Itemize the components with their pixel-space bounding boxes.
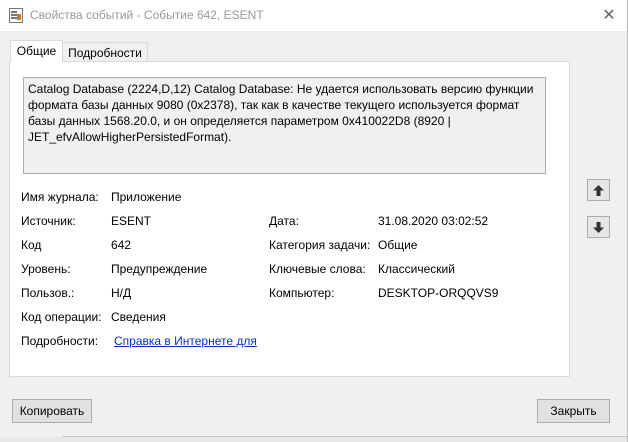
date-value[interactable]: 31.08.2020 03:02:52 xyxy=(378,214,488,228)
task-category-value[interactable]: Общие xyxy=(378,238,417,252)
computer-label: Компьютер: xyxy=(269,286,335,300)
window-title: Свойства событий - Событие 642, ESENT xyxy=(30,8,264,22)
log-name-label: Имя журнала: xyxy=(21,190,99,204)
tab-details[interactable]: Подробности xyxy=(62,42,148,62)
arrow-up-icon xyxy=(593,184,604,196)
keywords-label: Ключевые слова: xyxy=(269,262,366,276)
opcode-label: Код операции: xyxy=(21,310,102,324)
more-info-label: Подробности: xyxy=(21,334,99,348)
online-help-link[interactable]: Справка в Интернете для xyxy=(114,334,257,348)
log-name-value[interactable]: Приложение xyxy=(111,190,181,204)
event-id-label: Код xyxy=(21,238,42,252)
level-label: Уровень: xyxy=(21,262,71,276)
background-strip xyxy=(0,437,628,442)
arrow-down-icon xyxy=(593,221,604,233)
copy-button[interactable]: Копировать xyxy=(12,399,92,423)
close-button[interactable]: Закрыть xyxy=(537,399,610,423)
event-viewer-icon xyxy=(9,8,23,23)
level-value[interactable]: Предупреждение xyxy=(111,262,207,276)
next-event-button[interactable] xyxy=(587,216,610,238)
previous-event-button[interactable] xyxy=(587,179,610,201)
source-label: Источник: xyxy=(21,214,76,228)
computer-value[interactable]: DESKTOP-ORQQVS9 xyxy=(378,286,498,300)
close-icon[interactable]: ✕ xyxy=(597,4,621,26)
event-id-value[interactable]: 642 xyxy=(111,238,131,252)
opcode-value[interactable]: Сведения xyxy=(111,310,166,324)
event-description[interactable]: Catalog Database (2224,D,12) Catalog Dat… xyxy=(23,77,546,174)
keywords-value[interactable]: Классический xyxy=(378,262,455,276)
user-value[interactable]: Н/Д xyxy=(111,286,131,300)
event-properties-window: Свойства событий - Событие 642, ESENT ✕ … xyxy=(0,0,628,442)
tab-general[interactable]: Общие xyxy=(10,40,63,62)
date-label: Дата: xyxy=(269,214,299,228)
title-bar: Свойства событий - Событие 642, ESENT ✕ xyxy=(0,0,627,31)
source-value[interactable]: ESENT xyxy=(111,214,151,228)
task-category-label: Категория задачи: xyxy=(269,238,371,252)
user-label: Пользов.: xyxy=(21,286,75,300)
